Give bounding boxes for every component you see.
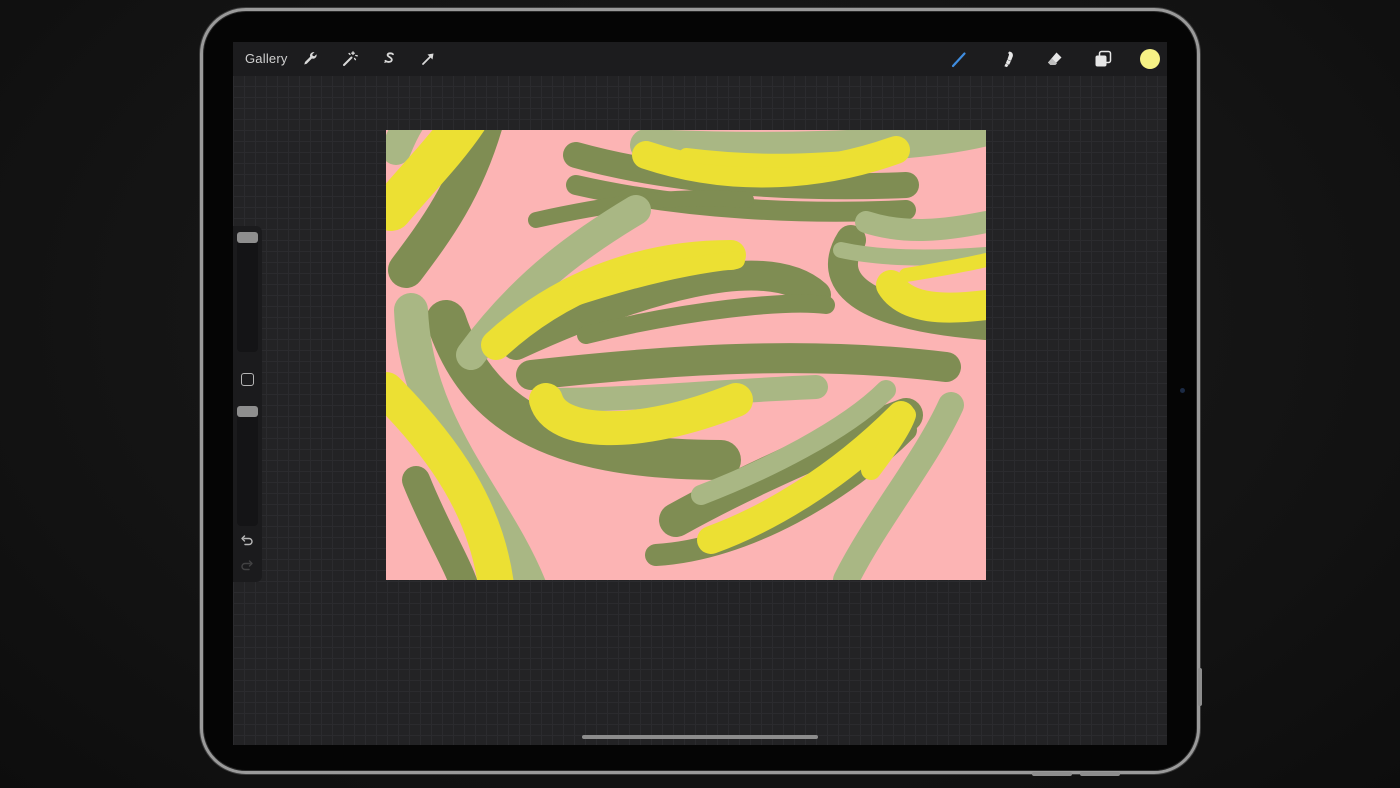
arrow-cursor-icon[interactable] <box>418 49 438 69</box>
wrench-icon[interactable] <box>301 49 321 69</box>
redo-arrow-icon[interactable] <box>239 558 255 574</box>
brush-opacity-slider[interactable] <box>237 406 258 526</box>
artwork <box>386 130 986 580</box>
brush-icon[interactable] <box>949 49 969 69</box>
front-camera <box>1180 388 1185 393</box>
undo-arrow-icon[interactable] <box>239 533 255 549</box>
brush-size-slider[interactable] <box>237 232 258 352</box>
eraser-icon[interactable] <box>1045 49 1065 69</box>
brush-size-slider-thumb[interactable] <box>237 232 258 243</box>
magic-wand-icon[interactable] <box>340 49 360 69</box>
side-bar <box>233 226 262 582</box>
volume-button <box>1198 668 1202 706</box>
gallery-button[interactable]: Gallery <box>245 51 288 66</box>
brush-opacity-slider-thumb[interactable] <box>237 406 258 417</box>
home-indicator[interactable] <box>582 735 818 739</box>
top-toolbar: Gallery <box>233 42 1167 76</box>
square-outline-icon[interactable] <box>241 373 254 386</box>
selection-s-icon[interactable] <box>379 49 399 69</box>
hardware-button <box>1080 772 1120 776</box>
procreate-screen: Gallery <box>233 42 1167 745</box>
color-picker-swatch[interactable] <box>1140 49 1160 69</box>
hardware-button <box>1032 772 1072 776</box>
smudge-finger-icon[interactable] <box>997 49 1017 69</box>
drawing-canvas[interactable] <box>386 130 986 580</box>
layers-icon[interactable] <box>1093 49 1113 69</box>
